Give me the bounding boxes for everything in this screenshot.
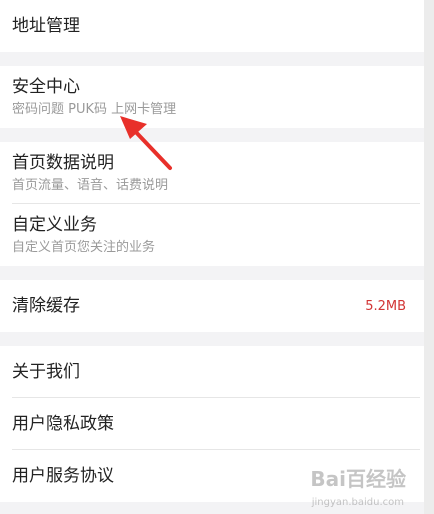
baidu-watermark-logo: Bai百经验: [310, 467, 406, 491]
screen-edge: [424, 0, 434, 514]
security-center-subtitle: 密码问题 PUK码 上网卡管理: [12, 101, 177, 117]
section-gap: [0, 128, 434, 142]
security-center-title: 安全中心: [12, 76, 80, 97]
homepage-data-item[interactable]: 首页数据说明 首页流量、语音、话费说明: [0, 142, 434, 204]
homepage-data-subtitle: 首页流量、语音、话费说明: [12, 177, 169, 193]
settings-list: 地址管理 安全中心 密码问题 PUK码 上网卡管理 首页数据说明 首页流量、语音…: [0, 0, 434, 502]
custom-business-subtitle: 自定义首页您关注的业务: [12, 239, 156, 255]
privacy-policy-title: 用户隐私政策: [12, 414, 114, 434]
custom-business-item[interactable]: 自定义业务 自定义首页您关注的业务: [0, 204, 434, 266]
section-gap: [0, 332, 434, 346]
security-center-item[interactable]: 安全中心 密码问题 PUK码 上网卡管理: [0, 66, 434, 128]
group-cache: 清除缓存 5.2MB: [0, 280, 434, 332]
service-agreement-title: 用户服务协议: [12, 466, 114, 486]
cache-size-value: 5.2MB: [365, 298, 406, 314]
address-management-title: 地址管理: [12, 16, 80, 36]
baidu-watermark-url: jingyan.baidu.com: [311, 497, 404, 508]
privacy-policy-item[interactable]: 用户隐私政策: [0, 398, 434, 450]
address-management-item[interactable]: 地址管理: [0, 0, 434, 52]
homepage-data-title: 首页数据说明: [12, 152, 114, 173]
section-gap: [0, 266, 434, 280]
group-security: 安全中心 密码问题 PUK码 上网卡管理: [0, 66, 434, 128]
group-address: 地址管理: [0, 0, 434, 52]
about-us-title: 关于我们: [12, 362, 80, 382]
clear-cache-item[interactable]: 清除缓存 5.2MB: [0, 280, 434, 332]
clear-cache-title: 清除缓存: [12, 296, 80, 316]
section-gap: [0, 52, 434, 66]
about-us-item[interactable]: 关于我们: [0, 346, 434, 398]
group-homepage: 首页数据说明 首页流量、语音、话费说明 自定义业务 自定义首页您关注的业务: [0, 142, 434, 266]
custom-business-title: 自定义业务: [12, 214, 97, 235]
